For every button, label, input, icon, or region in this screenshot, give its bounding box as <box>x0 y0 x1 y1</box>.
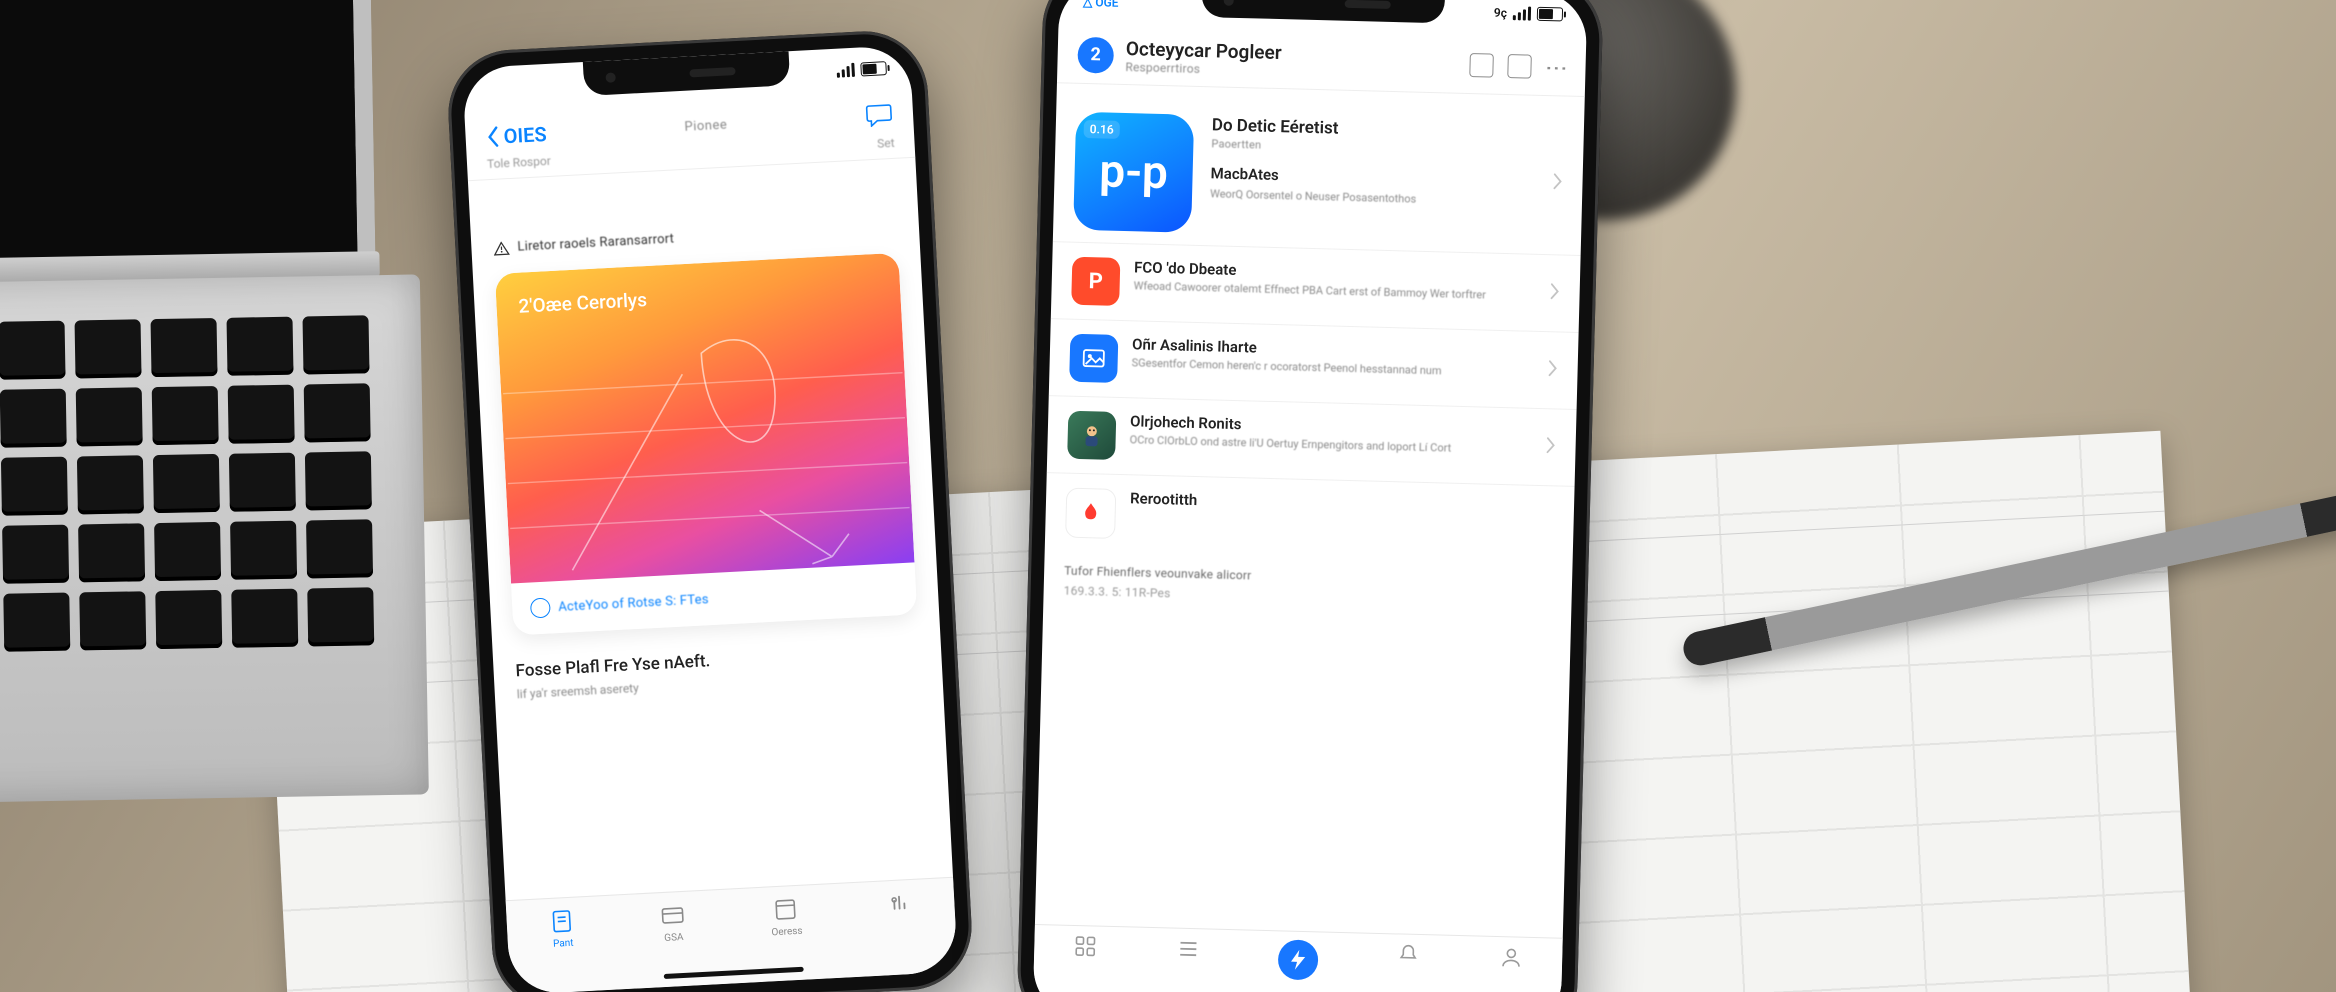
card-hero: 2'Oæe Cerorlys <box>495 253 915 584</box>
warning-line: Liretor raoels Raransarrort <box>493 220 897 256</box>
card-icon <box>659 902 686 929</box>
status-time: 9ç <box>1494 6 1507 20</box>
content-area: 0.16 p-p Do Detic Eéretist Paoertten Mac… <box>1035 97 1585 947</box>
feature-badge: 0.16 <box>1084 120 1120 139</box>
bolt-icon <box>1286 948 1311 973</box>
nav-header: 2 Octeyycar Pogleer Respoerrtiros ⋮ <box>1057 25 1586 97</box>
tab-activity[interactable] <box>1396 942 1421 967</box>
chevron-right-icon <box>1545 436 1556 458</box>
card-footer-text: ActeYoo of Rotse S: FTes <box>558 592 709 615</box>
list-title: Rerootitth <box>1130 489 1554 518</box>
warning-icon <box>493 241 510 256</box>
chevron-right-icon <box>1547 359 1558 381</box>
app-icon <box>1065 488 1116 539</box>
tab-1[interactable]: Pant <box>548 908 576 950</box>
header-sub1: Tole Rospor <box>487 154 551 171</box>
feature-app-icon: 0.16 p-p <box>1073 112 1194 233</box>
header-sub2: Set <box>877 136 895 151</box>
list-item[interactable]: Rerootitth <box>1045 473 1575 565</box>
settings-icon <box>885 890 912 917</box>
tab-label: GSA <box>664 932 684 944</box>
action-square-icon[interactable] <box>1469 53 1494 78</box>
feature-row[interactable]: 0.16 p-p Do Detic Eéretist Paoertten Mac… <box>1053 97 1585 256</box>
feature-logo-text: p-p <box>1099 144 1169 200</box>
phone-left: OIES Pionee Tole Rospor Set Liretor raoe… <box>445 28 975 992</box>
app-icon <box>1067 411 1116 460</box>
more-icon[interactable]: ⋮ <box>1555 57 1556 77</box>
tab-4[interactable] <box>885 890 913 921</box>
grid-icon <box>1073 934 1098 959</box>
user-icon <box>1499 945 1524 970</box>
warning-text: Liretor raoels Raransarrort <box>517 232 674 255</box>
tab-list[interactable] <box>1176 937 1201 962</box>
avatar[interactable]: 2 <box>1077 36 1114 73</box>
tab-label: Pant <box>553 938 574 950</box>
laptop <box>0 0 467 706</box>
battery-icon <box>860 61 887 76</box>
chevron-left-icon <box>485 125 500 148</box>
tab-profile[interactable] <box>1499 945 1524 970</box>
tab-3[interactable]: Oeress <box>770 896 803 939</box>
chevron-right-icon <box>1552 172 1563 194</box>
status-left: △ OGE <box>1083 0 1119 10</box>
chevron-right-icon <box>1549 282 1560 304</box>
action-square-icon-2[interactable] <box>1507 54 1532 79</box>
tab-label: Oeress <box>771 926 803 939</box>
signal-icon <box>836 63 855 78</box>
feature-sub-2: WeorQ Oorsentel o Neuser Posasentothos <box>1210 186 1534 210</box>
card-illustration <box>495 253 915 584</box>
doc-icon <box>548 908 575 935</box>
bell-icon <box>1396 942 1421 967</box>
phone-right: △ OGE 9ç 2 Octeyycar Pogleer Respoerrtir… <box>1016 0 1604 992</box>
window-icon <box>772 896 799 923</box>
tab-2[interactable]: GSA <box>659 902 687 944</box>
back-label: OIES <box>503 122 547 148</box>
tab-main[interactable] <box>1278 939 1319 980</box>
image-icon <box>1080 345 1107 372</box>
battery-icon <box>1537 7 1563 22</box>
feature-card[interactable]: 2'Oæe Cerorlys <box>495 253 917 636</box>
app-icon <box>1069 334 1118 383</box>
scene-photo: OIES Pionee Tole Rospor Set Liretor raoe… <box>0 0 2336 992</box>
back-button[interactable]: OIES <box>485 122 547 149</box>
list-item[interactable]: Olrjohech Ronits OCro CIOrbLO ond astre … <box>1047 396 1577 487</box>
flame-icon <box>1077 500 1104 527</box>
app-icon: P <box>1071 257 1120 306</box>
chat-icon[interactable] <box>864 102 893 131</box>
tab-home[interactable] <box>1073 934 1098 959</box>
list-item[interactable]: P FCO 'do Dbeate Wfeoad Cawoorer otalemt… <box>1051 242 1581 333</box>
list-item[interactable]: Oñr Asalinis Iharte SGesentfor Cemon her… <box>1049 319 1579 410</box>
signal-icon <box>1513 6 1531 20</box>
header-center: Pionee <box>684 117 727 134</box>
main-tab-circle <box>1278 939 1319 980</box>
info-icon <box>530 597 551 618</box>
content-area: Liretor raoels Raransarrort 2'Oæe Cerorl… <box>470 205 953 912</box>
footer-text: Tufor Fhienflers veounvake alicorr 169.3… <box>1043 551 1572 623</box>
character-icon <box>1077 421 1106 450</box>
page-subtitle: Respoerrtiros <box>1125 60 1281 78</box>
list-icon <box>1176 937 1201 962</box>
below-card: Fosse Plafl Fre Yse nAeft. lif ya'r sree… <box>515 640 921 701</box>
